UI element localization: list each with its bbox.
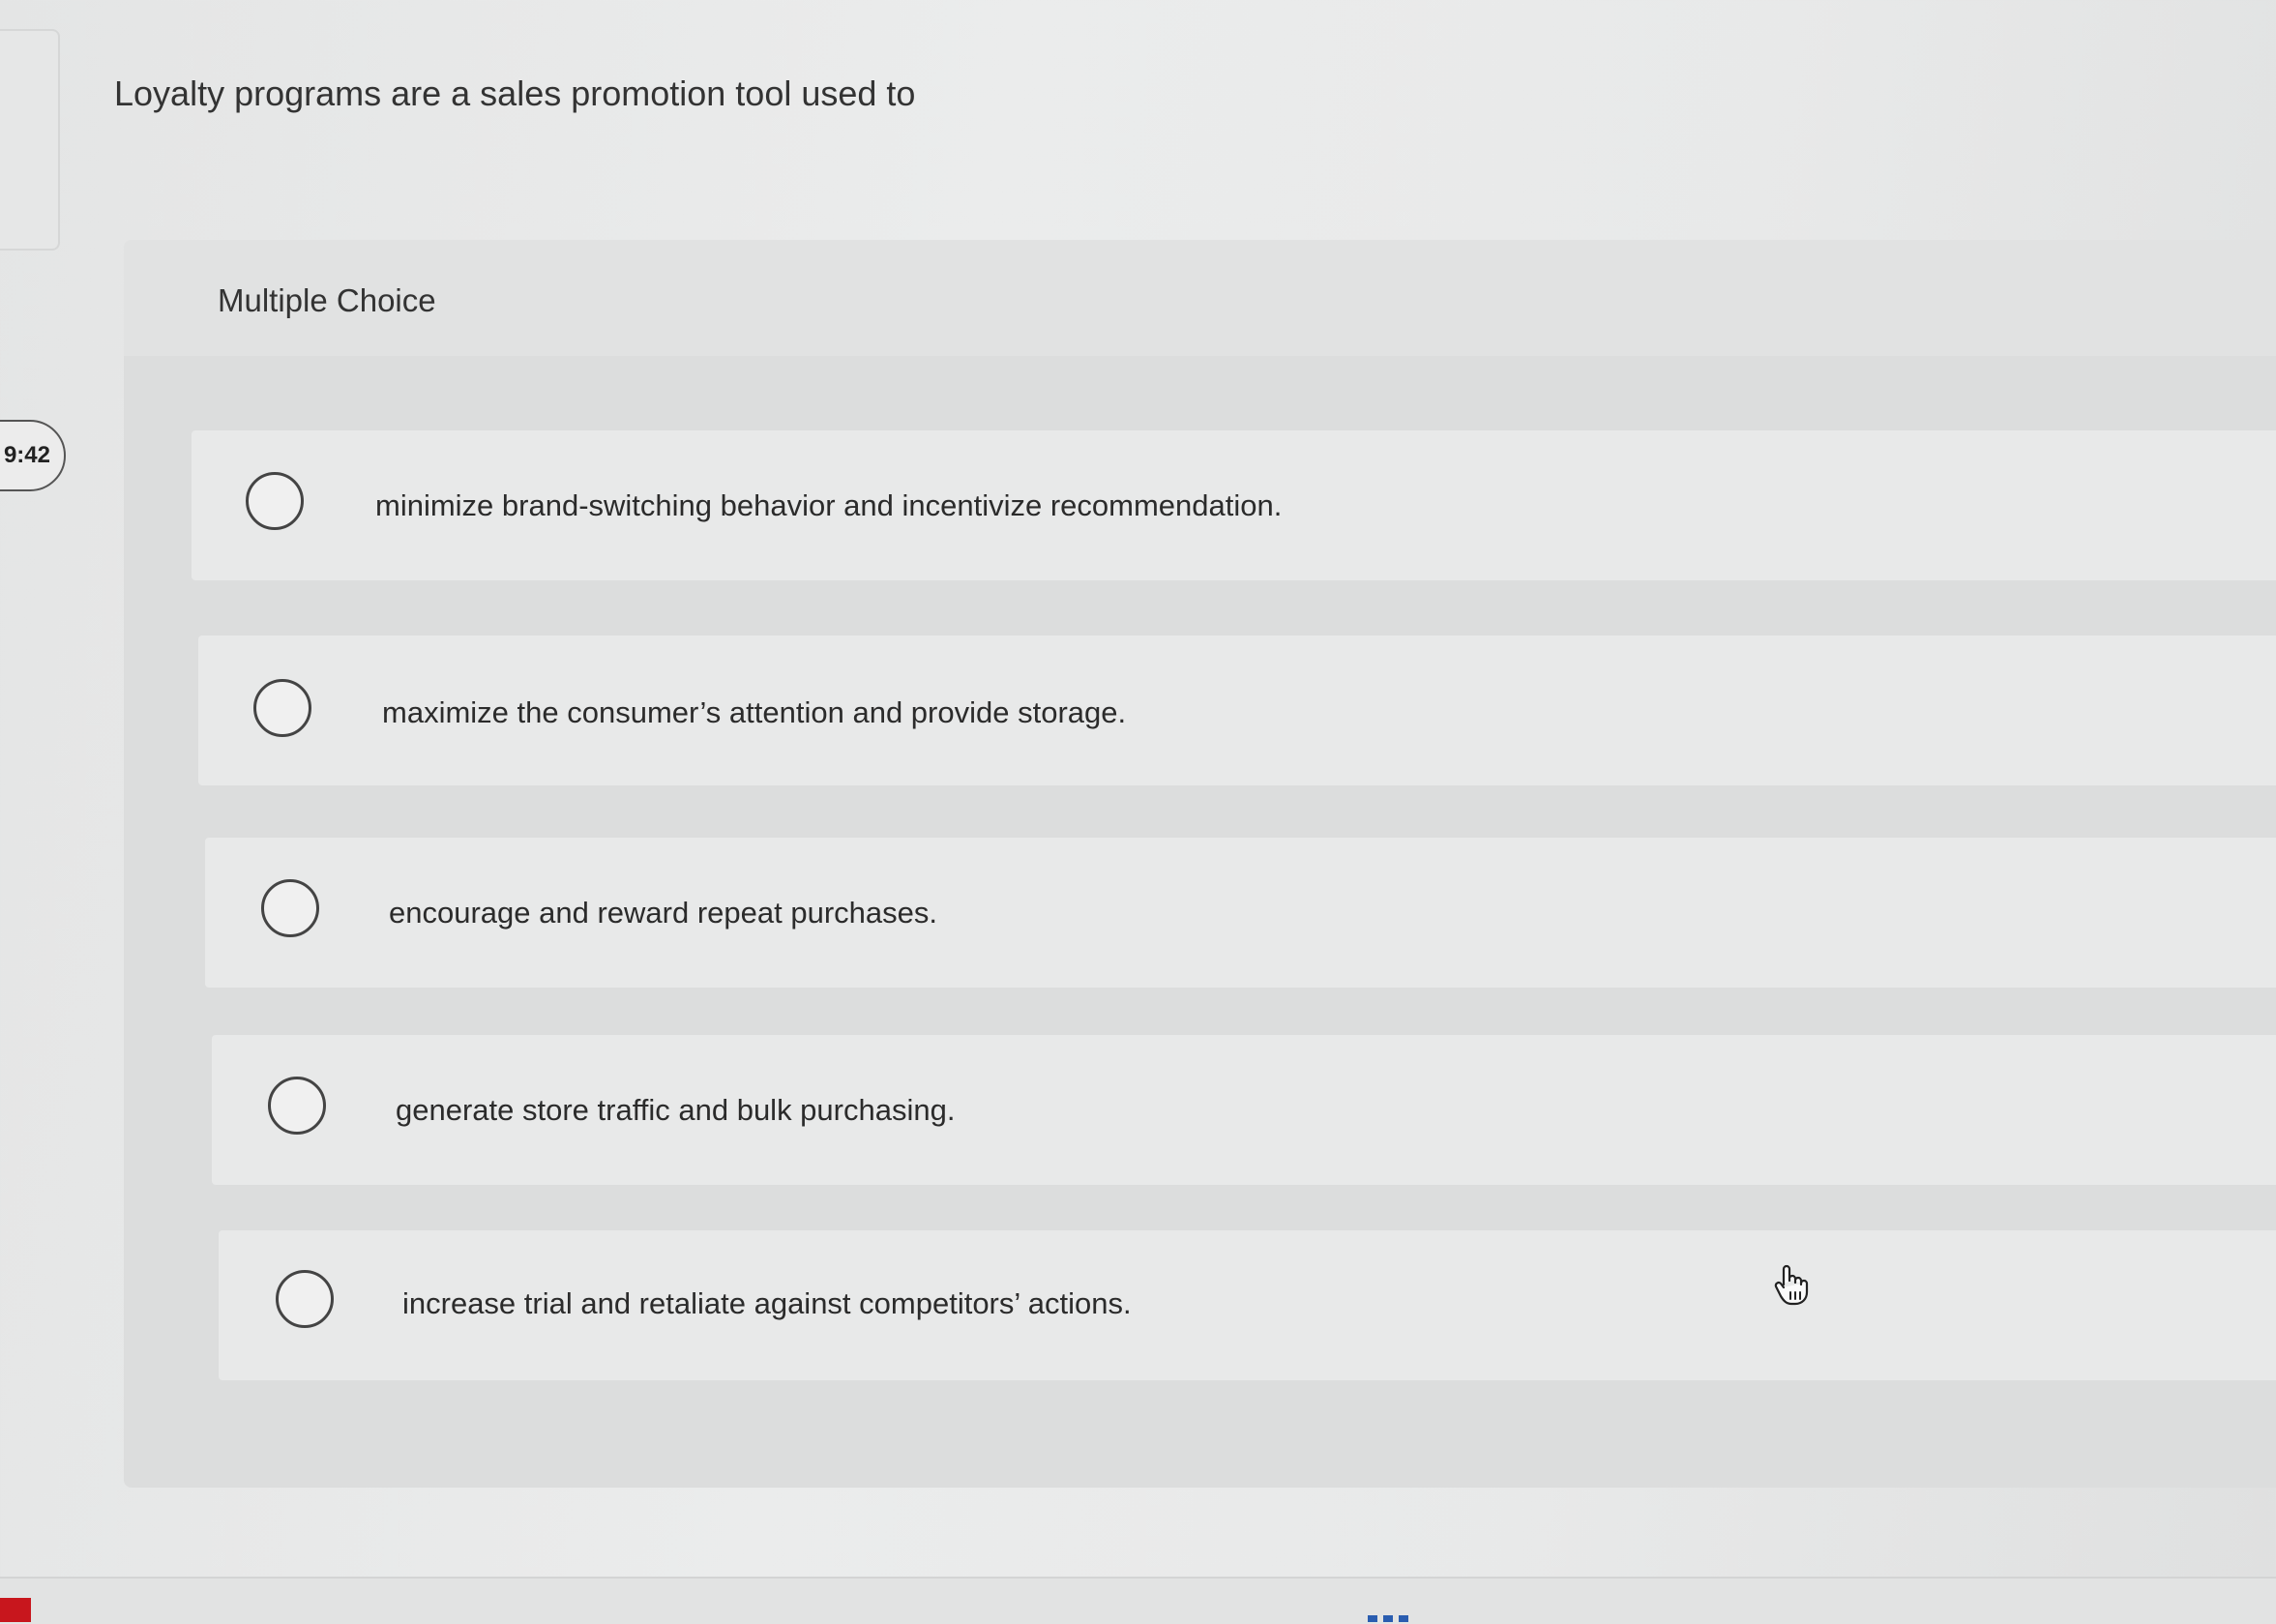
hand-pointer-icon	[1774, 1264, 1809, 1306]
pagination-dots	[1368, 1615, 1408, 1622]
choice-option[interactable]: encourage and reward repeat purchases.	[205, 838, 2276, 988]
question-prompt: Loyalty programs are a sales promotion t…	[114, 74, 916, 113]
timer-badge: 9:42	[0, 420, 66, 491]
radio-button[interactable]	[268, 1077, 326, 1135]
radio-button[interactable]	[276, 1270, 334, 1328]
choice-label[interactable]: minimize brand-switching behavior and in…	[375, 488, 1282, 523]
radio-button[interactable]	[261, 879, 319, 937]
radio-button[interactable]	[246, 472, 304, 530]
choice-label[interactable]: generate store traffic and bulk purchasi…	[396, 1093, 955, 1128]
choice-option[interactable]: increase trial and retaliate against com…	[219, 1230, 2276, 1380]
choice-option[interactable]: minimize brand-switching behavior and in…	[192, 430, 2276, 580]
choice-option[interactable]: maximize the consumer’s attention and pr…	[198, 635, 2276, 785]
choice-label[interactable]: increase trial and retaliate against com…	[402, 1286, 1132, 1321]
choice-label[interactable]: encourage and reward repeat purchases.	[389, 896, 937, 930]
radio-button[interactable]	[253, 679, 311, 737]
timer-value: 9:42	[3, 442, 50, 468]
brand-mark	[0, 1598, 31, 1622]
choice-option[interactable]: generate store traffic and bulk purchasi…	[212, 1035, 2276, 1185]
panel-header	[124, 240, 2276, 356]
question-type-label: Multiple Choice	[218, 282, 436, 318]
choice-label[interactable]: maximize the consumer’s attention and pr…	[382, 695, 1126, 730]
side-panel-tab	[0, 29, 60, 251]
bottom-toolbar	[0, 1577, 2276, 1624]
